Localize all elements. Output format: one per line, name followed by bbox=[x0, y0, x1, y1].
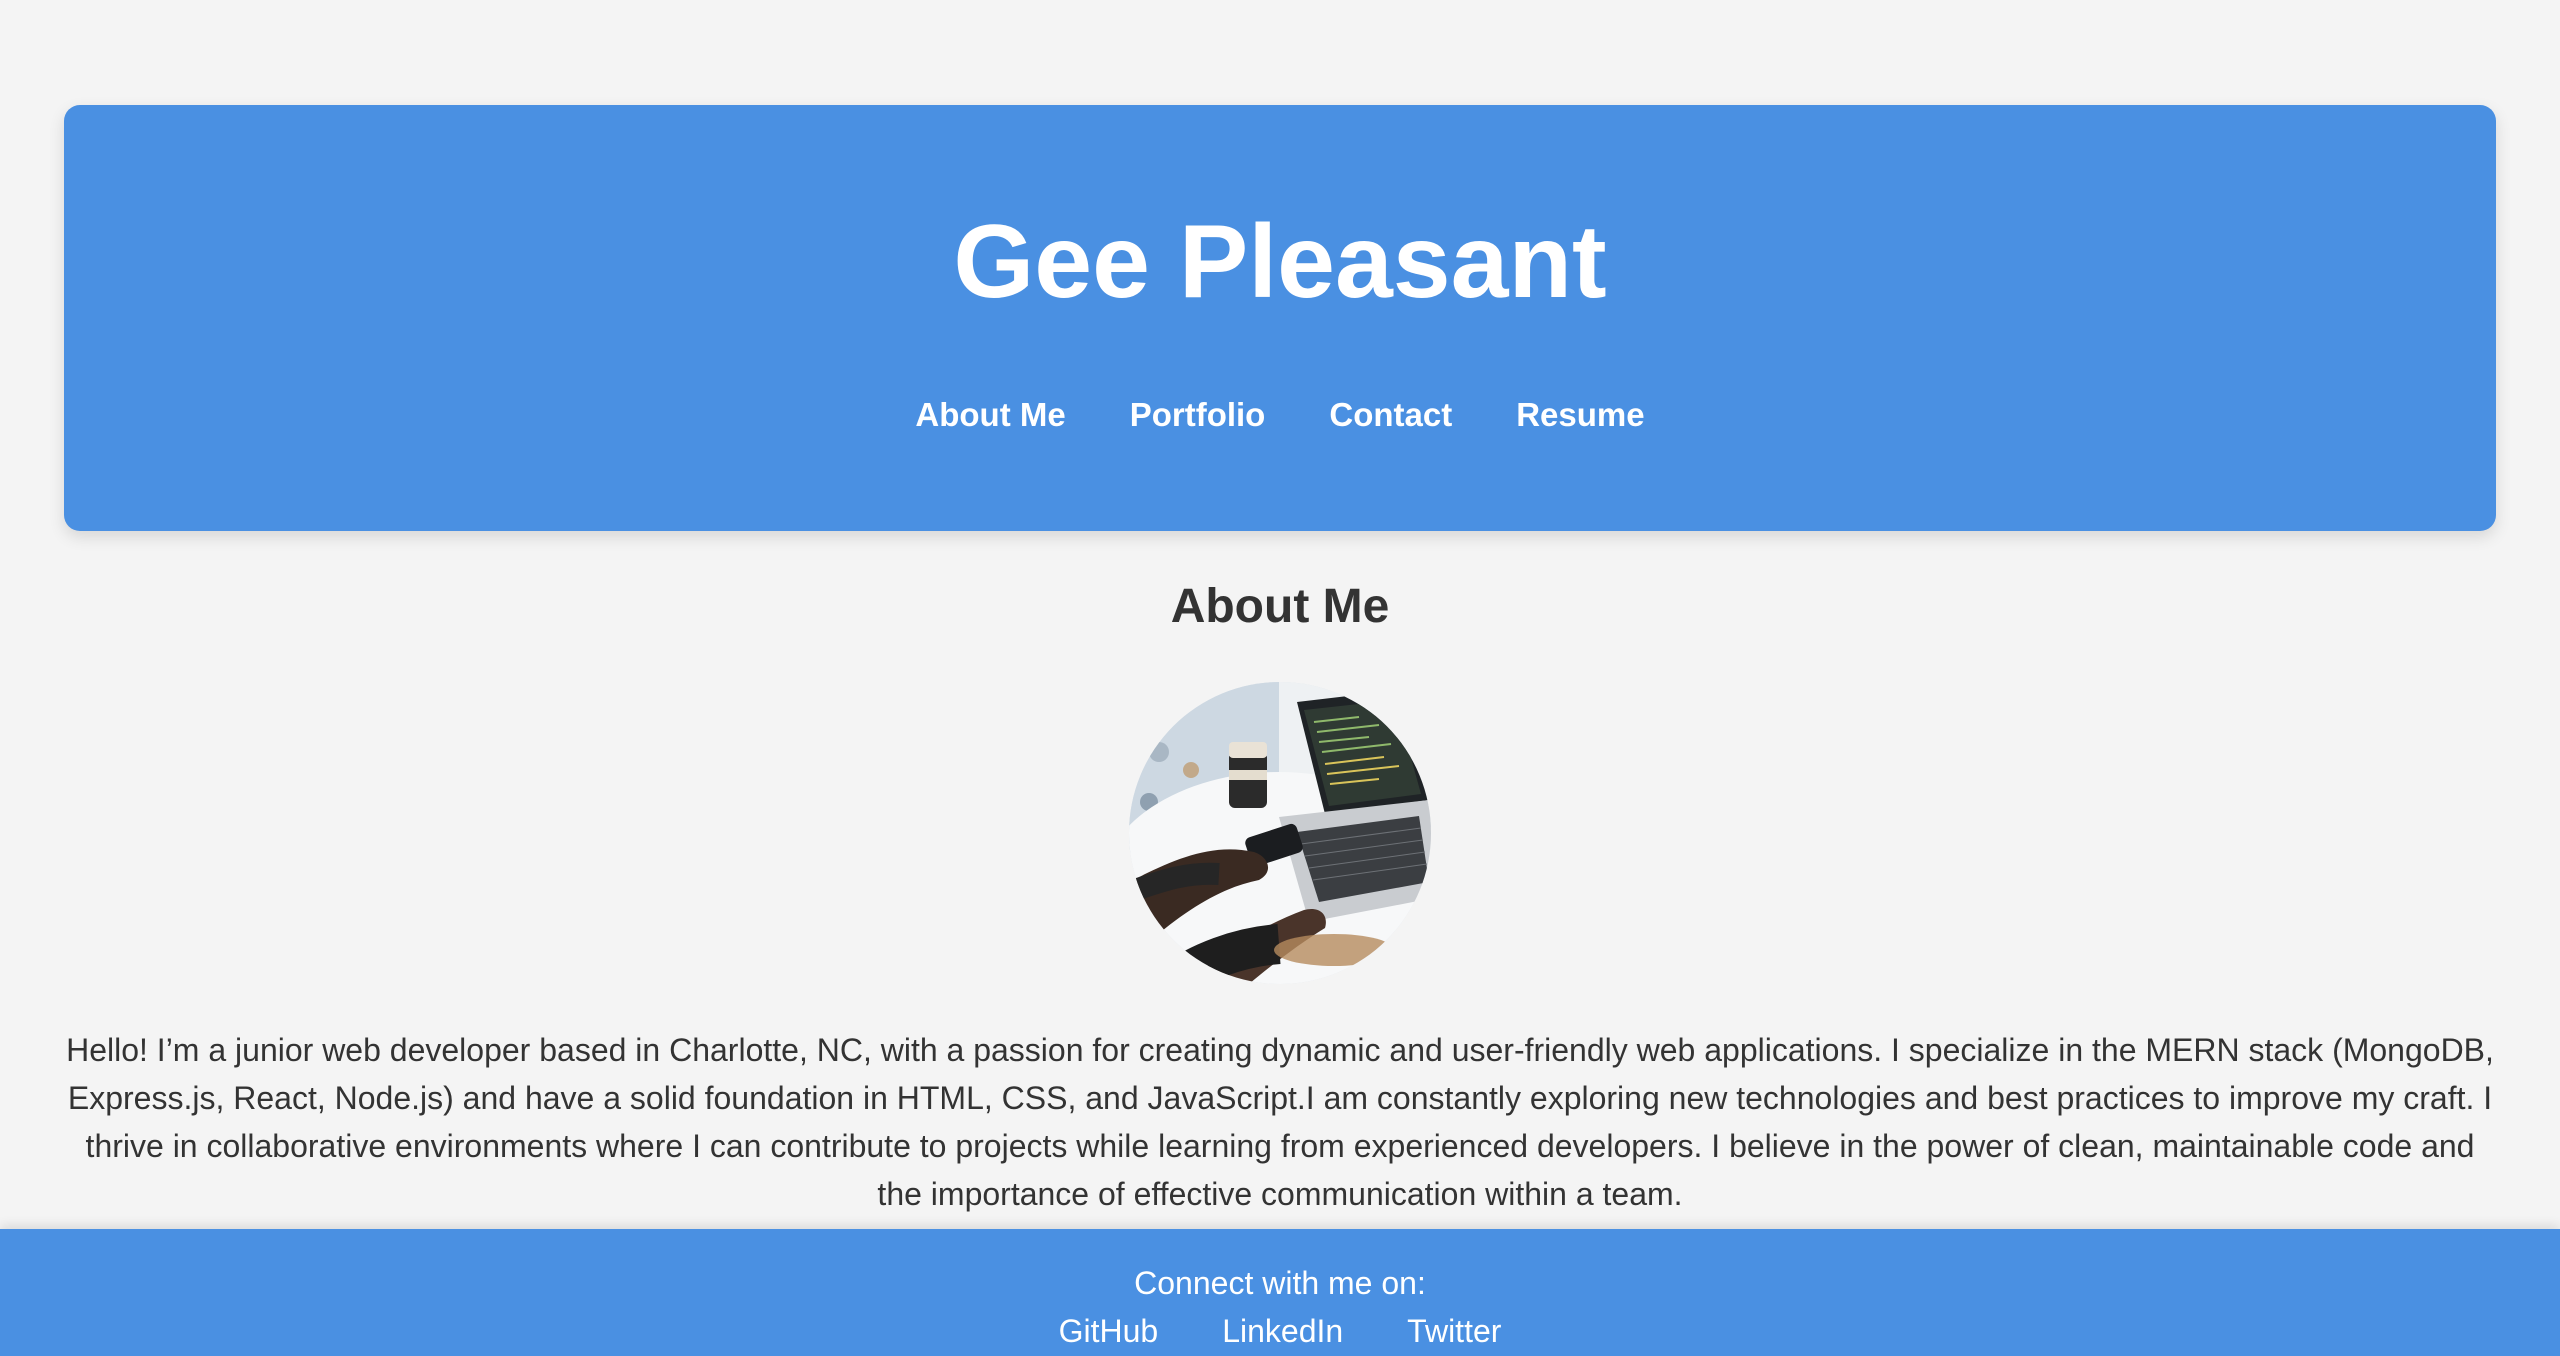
nav-resume-link[interactable]: Resume bbox=[1516, 390, 1644, 440]
social-links: GitHub LinkedIn Twitter bbox=[0, 1309, 2560, 1353]
page: Gee Pleasant About Me Portfolio Contact … bbox=[0, 0, 2560, 1356]
site-header: Gee Pleasant About Me Portfolio Contact … bbox=[64, 105, 2496, 531]
twitter-link[interactable]: Twitter bbox=[1407, 1309, 1501, 1353]
nav-contact-link[interactable]: Contact bbox=[1329, 390, 1452, 440]
github-link[interactable]: GitHub bbox=[1059, 1309, 1159, 1353]
site-footer: Connect with me on: GitHub LinkedIn Twit… bbox=[0, 1229, 2560, 1356]
laptop-workspace-photo-icon bbox=[1129, 682, 1431, 984]
connect-label: Connect with me on: bbox=[1134, 1265, 1426, 1301]
site-title: Gee Pleasant bbox=[953, 204, 1607, 320]
main-nav: About Me Portfolio Contact Resume bbox=[64, 390, 2496, 440]
nav-about-me-link[interactable]: About Me bbox=[915, 390, 1065, 440]
profile-photo bbox=[1129, 682, 1431, 984]
about-paragraph: Hello! I’m a junior web developer based … bbox=[66, 1032, 2494, 1212]
nav-portfolio-link[interactable]: Portfolio bbox=[1130, 390, 1266, 440]
about-heading: About Me bbox=[1170, 580, 1390, 633]
linkedin-link[interactable]: LinkedIn bbox=[1222, 1309, 1343, 1353]
